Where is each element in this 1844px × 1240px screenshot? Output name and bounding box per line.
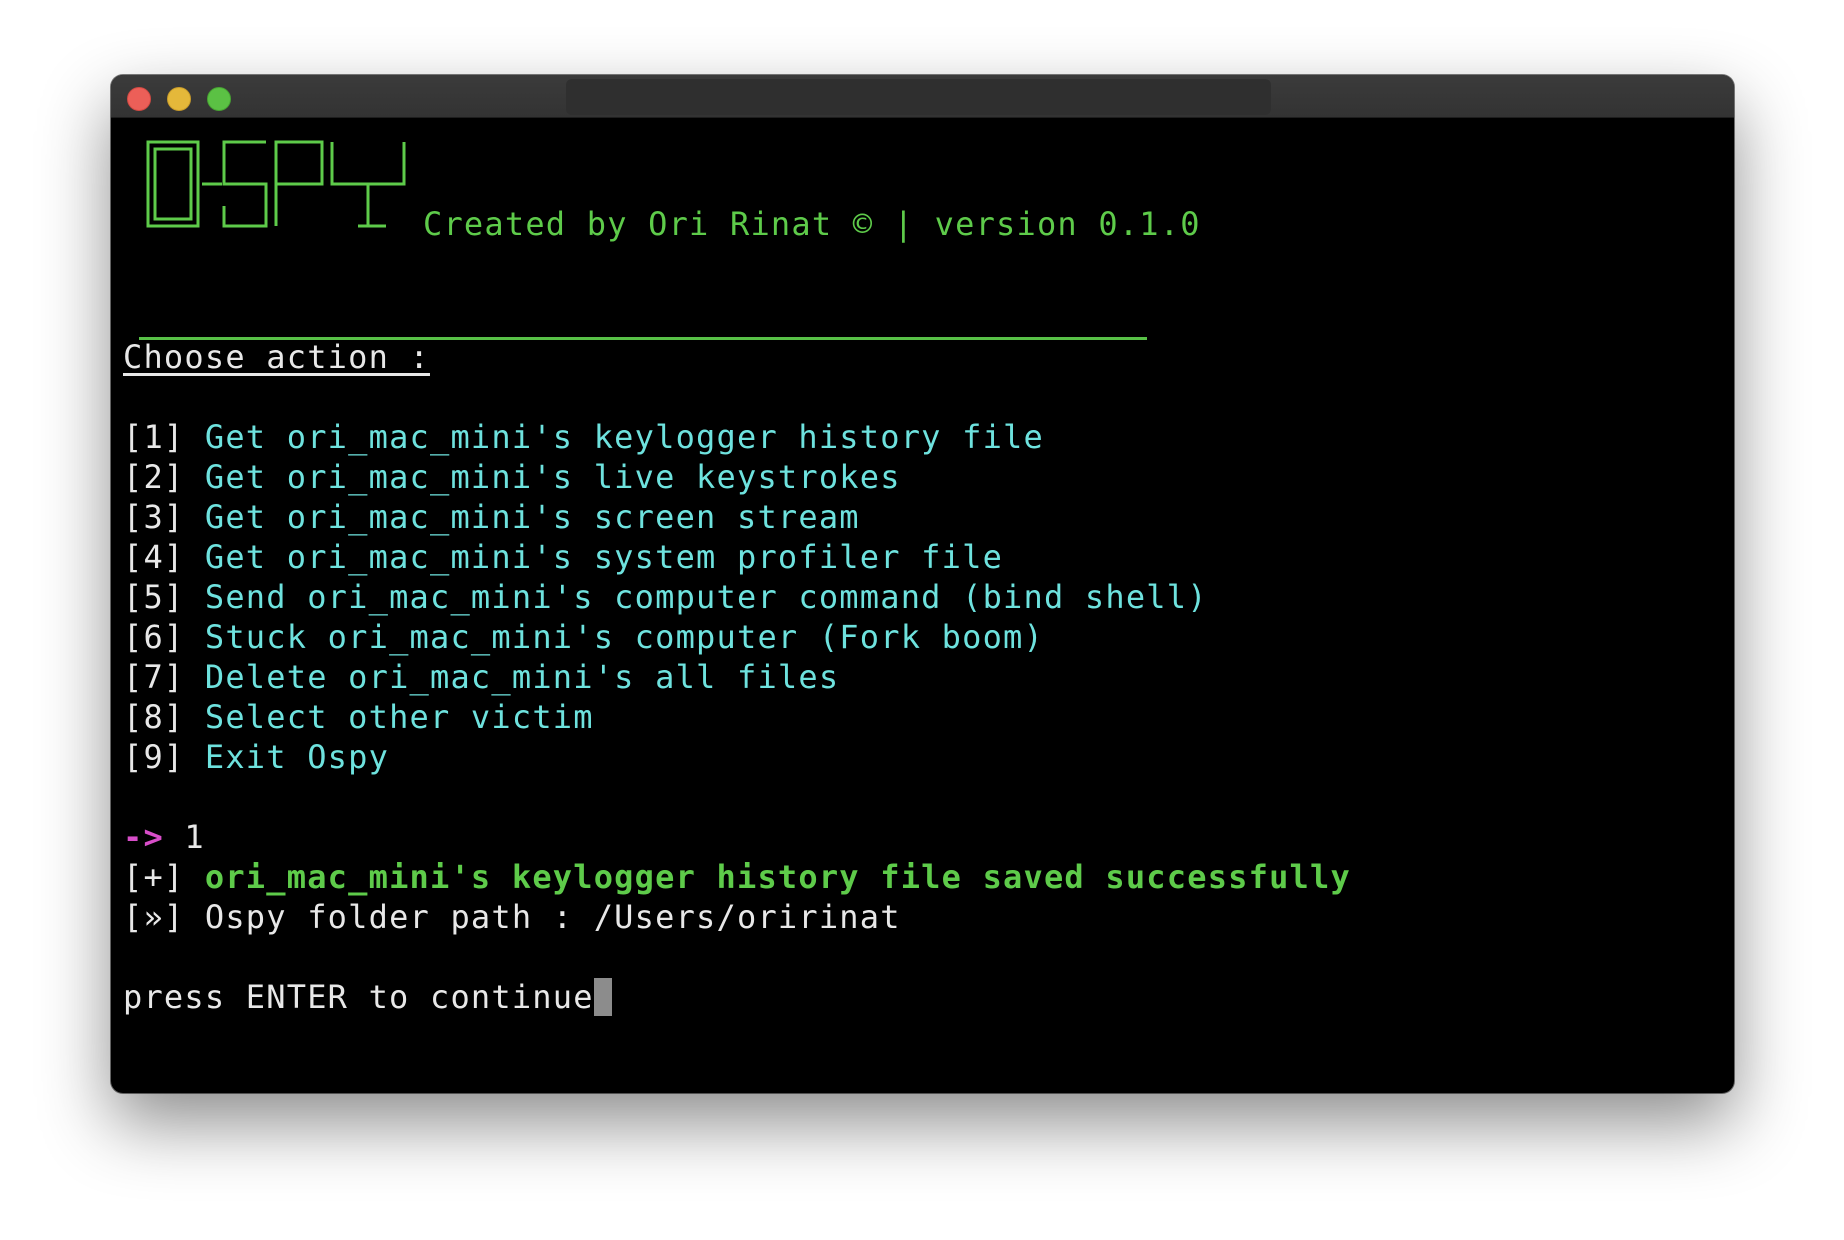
menu-item-label: Get ori_mac_mini's keylogger history fil…: [204, 418, 1044, 456]
menu-heading: Choose action :: [123, 338, 430, 376]
menu-item-label: Get ori_mac_mini's screen stream: [204, 498, 860, 536]
title-area: [566, 79, 1271, 115]
menu-item-3[interactable]: [3] Get ori_mac_mini's screen stream: [123, 497, 860, 537]
menu-item-label: Get ori_mac_mini's live keystrokes: [204, 458, 901, 496]
path-line: [»] Ospy folder path : /Users/oririnat: [123, 897, 901, 937]
menu-item-key: [4]: [123, 538, 185, 576]
menu-item-7[interactable]: [7] Delete ori_mac_mini's all files: [123, 657, 839, 697]
text-cursor: [593, 978, 612, 1016]
menu-item-label: Select other victim: [204, 698, 594, 736]
prompt-input: 1: [163, 818, 205, 856]
menu-item-label: Stuck ori_mac_mini's computer (Fork boom…: [204, 618, 1044, 656]
menu-item-2[interactable]: [2] Get ori_mac_mini's live keystrokes: [123, 457, 901, 497]
menu-item-key: [8]: [123, 698, 185, 736]
path-message: Ospy folder path : /Users/oririnat: [204, 898, 901, 936]
menu-item-6[interactable]: [6] Stuck ori_mac_mini's computer (Fork …: [123, 617, 1044, 657]
menu-item-key: [7]: [123, 658, 185, 696]
terminal-content[interactable]: Created by Ori Rinat © | version 0.1.0 C…: [111, 118, 1734, 1093]
path-prefix: [»]: [123, 898, 185, 936]
menu-item-4[interactable]: [4] Get ori_mac_mini's system profiler f…: [123, 537, 1003, 577]
terminal-window: Created by Ori Rinat © | version 0.1.0 C…: [111, 75, 1734, 1093]
prompt-arrow: ->: [123, 818, 164, 856]
zoom-button[interactable]: [207, 87, 231, 111]
success-message: ori_mac_mini's keylogger history file sa…: [204, 858, 1351, 896]
success-line: [+] ori_mac_mini's keylogger history fil…: [123, 857, 1351, 897]
ospy-logo: [146, 140, 406, 228]
menu-item-label: Get ori_mac_mini's system profiler file: [204, 538, 1004, 576]
menu-item-1[interactable]: [1] Get ori_mac_mini's keylogger history…: [123, 417, 1044, 457]
menu-item-label: Exit Ospy: [204, 738, 390, 776]
menu-item-key: [5]: [123, 578, 185, 616]
close-button[interactable]: [127, 87, 151, 111]
success-prefix: [+]: [123, 858, 185, 896]
minimize-button[interactable]: [167, 87, 191, 111]
continue-line[interactable]: press ENTER to continue: [123, 977, 612, 1017]
menu-item-key: [6]: [123, 618, 185, 656]
menu-item-5[interactable]: [5] Send ori_mac_mini's computer command…: [123, 577, 1208, 617]
prompt-line[interactable]: -> 1: [123, 817, 205, 857]
title-bar[interactable]: [111, 75, 1734, 118]
menu-item-key: [2]: [123, 458, 185, 496]
menu-item-key: [9]: [123, 738, 185, 776]
menu-item-9[interactable]: [9] Exit Ospy: [123, 737, 389, 777]
menu-item-label: Send ori_mac_mini's computer command (bi…: [204, 578, 1208, 616]
menu-item-key: [1]: [123, 418, 185, 456]
menu-item-key: [3]: [123, 498, 185, 536]
credit-line: Created by Ori Rinat © | version 0.1.0: [423, 205, 1201, 243]
menu-item-8[interactable]: [8] Select other victim: [123, 697, 594, 737]
menu-item-label: Delete ori_mac_mini's all files: [204, 658, 840, 696]
continue-text: press ENTER to continue: [123, 978, 594, 1016]
